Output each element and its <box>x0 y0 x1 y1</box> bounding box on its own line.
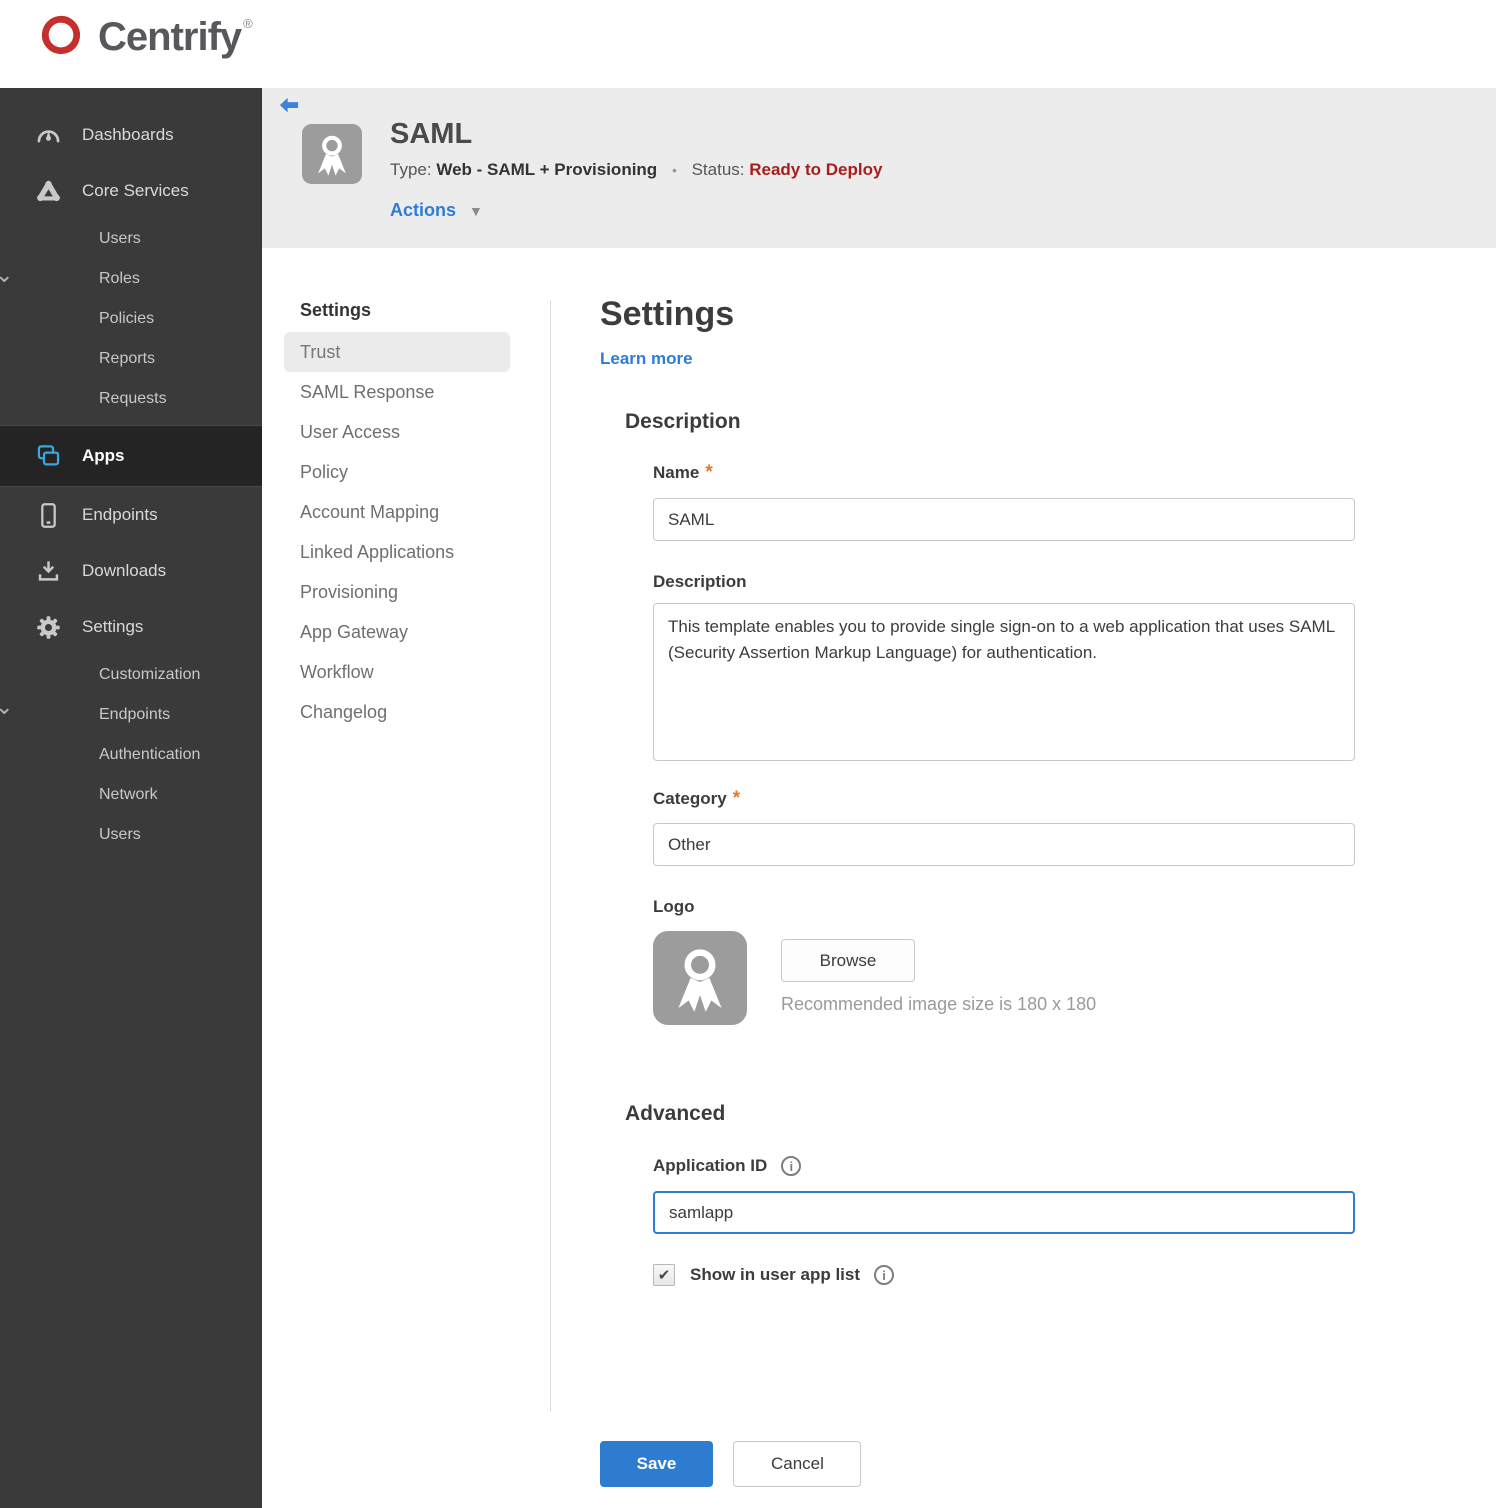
subnav-item-provisioning[interactable]: Provisioning <box>262 572 550 612</box>
top-bar: Centrify ® <box>0 0 1496 88</box>
advanced-section-header: Advanced <box>625 1102 726 1125</box>
bullet-separator: • <box>671 162 677 178</box>
sidebar-item-endpoints-settings[interactable]: Endpoints <box>0 695 262 735</box>
app-logo-badge <box>302 124 362 184</box>
sidebar-item-core-services[interactable]: Core Services <box>0 163 262 219</box>
sidebar-item-label: Dashboards <box>82 125 174 144</box>
status-value: Ready to Deploy <box>749 160 883 179</box>
app-meta-row: Type: Web - SAML + Provisioning • Status… <box>390 160 882 180</box>
sidebar-item-label: Core Services <box>82 181 189 200</box>
download-icon <box>35 558 62 585</box>
sidebar-item-network[interactable]: Network <box>0 775 262 815</box>
chevron-down-icon[interactable]: ⌄ <box>0 696 13 718</box>
caret-down-icon: ▼ <box>469 203 483 219</box>
show-in-user-app-list-row: ✔ Show in user app list i <box>653 1264 895 1286</box>
description-section-header: Description <box>625 410 741 433</box>
app-settings-subnav: Settings Trust SAML Response User Access… <box>262 300 550 732</box>
subnav-item-saml-response[interactable]: SAML Response <box>262 372 550 412</box>
subnav-item-policy[interactable]: Policy <box>262 452 550 492</box>
application-id-label-text: Application ID <box>653 1156 768 1175</box>
actions-menu-button[interactable]: Actions ▼ <box>390 200 483 221</box>
sidebar-item-users[interactable]: Users <box>0 219 262 259</box>
info-icon[interactable]: i <box>874 1265 895 1285</box>
subnav-item-changelog[interactable]: Changelog <box>262 692 550 732</box>
checkmark-icon: ✔ <box>657 1267 671 1284</box>
description-textarea[interactable]: This template enables you to provide sin… <box>653 603 1355 761</box>
show-in-user-app-list-label: Show in user app list <box>690 1265 861 1284</box>
registered-mark: ® <box>243 16 253 31</box>
sidebar-item-label: Apps <box>82 446 125 465</box>
subnav-list: Trust SAML Response User Access Policy A… <box>262 332 550 732</box>
actions-label: Actions <box>390 200 457 220</box>
subnav-item-app-gateway[interactable]: App Gateway <box>262 612 550 652</box>
subnav-header: Settings <box>300 300 372 320</box>
browse-button[interactable]: Browse <box>781 939 915 982</box>
subnav-item-account-mapping[interactable]: Account Mapping <box>262 492 550 532</box>
settings-panel: Settings Learn more Description Name * De… <box>600 295 1380 1508</box>
sidebar-item-label: Settings <box>82 617 144 636</box>
sidebar-item-reports[interactable]: Reports <box>0 339 262 379</box>
gear-icon <box>35 614 62 641</box>
back-arrow-icon[interactable] <box>278 96 300 116</box>
centrify-swirl-icon <box>34 8 88 67</box>
smartphone-icon <box>35 502 62 529</box>
sidebar-item-authentication[interactable]: Authentication <box>0 735 262 775</box>
subnav-item-linked-applications[interactable]: Linked Applications <box>262 532 550 572</box>
sidebar-item-roles[interactable]: Roles <box>0 259 262 299</box>
category-label-text: Category <box>653 789 727 808</box>
learn-more-link[interactable]: Learn more <box>600 349 693 369</box>
show-in-user-app-list-checkbox[interactable]: ✔ <box>653 1264 675 1286</box>
sidebar-item-apps[interactable]: Apps <box>0 425 262 487</box>
info-icon[interactable]: i <box>781 1156 802 1176</box>
page: Centrify ® ⌄ ⌄ Dashboards Core Services … <box>0 0 1496 1508</box>
sidebar-item-downloads[interactable]: Downloads <box>0 543 262 599</box>
application-id-field-label: Application ID i <box>653 1156 802 1176</box>
sidebar-item-label: Endpoints <box>82 505 158 524</box>
name-field-label: Name * <box>653 462 713 484</box>
apps-icon <box>35 443 62 470</box>
type-value: Web - SAML + Provisioning <box>436 160 658 179</box>
sidebar: ⌄ ⌄ Dashboards Core Services Users Roles… <box>0 88 262 1508</box>
logo-size-hint: Recommended image size is 180 x 180 <box>781 994 1097 1014</box>
app-header: SAML Type: Web - SAML + Provisioning • S… <box>262 88 1496 248</box>
category-field-label: Category * <box>653 788 740 810</box>
form-actions: Save Cancel <box>600 1441 862 1487</box>
centrify-logo: Centrify ® <box>34 8 253 67</box>
chevron-down-icon[interactable]: ⌄ <box>0 264 13 286</box>
subnav-item-workflow[interactable]: Workflow <box>262 652 550 692</box>
app-title: SAML <box>390 118 473 150</box>
required-marker: * <box>705 462 713 483</box>
sidebar-item-customization[interactable]: Customization <box>0 655 262 695</box>
sidebar-item-label: Downloads <box>82 561 167 580</box>
vertical-divider <box>550 300 551 1412</box>
logo-field-label: Logo <box>653 897 695 916</box>
cancel-button[interactable]: Cancel <box>733 1441 862 1487</box>
required-marker: * <box>732 788 741 809</box>
category-input[interactable] <box>653 823 1355 866</box>
sidebar-item-policies[interactable]: Policies <box>0 299 262 339</box>
save-button[interactable]: Save <box>600 1441 713 1487</box>
sidebar-item-requests[interactable]: Requests <box>0 379 262 419</box>
sidebar-item-dashboards[interactable]: Dashboards <box>0 107 262 163</box>
subnav-item-user-access[interactable]: User Access <box>262 412 550 452</box>
sidebar-item-users-settings[interactable]: Users <box>0 815 262 855</box>
brand-name: Centrify <box>98 15 242 59</box>
sidebar-item-endpoints[interactable]: Endpoints <box>0 487 262 543</box>
name-label-text: Name <box>653 463 700 482</box>
app-logo-preview <box>653 931 747 1025</box>
page-title: Settings <box>600 295 735 333</box>
subnav-item-trust[interactable]: Trust <box>284 332 510 372</box>
sidebar-item-settings[interactable]: Settings <box>0 599 262 655</box>
core-services-icon <box>35 178 62 205</box>
gauge-icon <box>35 122 62 149</box>
status-label: Status: <box>691 160 745 179</box>
type-label: Type: <box>390 160 432 179</box>
description-field-label: Description <box>653 572 747 591</box>
name-input[interactable] <box>653 498 1355 541</box>
application-id-input[interactable] <box>653 1191 1355 1234</box>
